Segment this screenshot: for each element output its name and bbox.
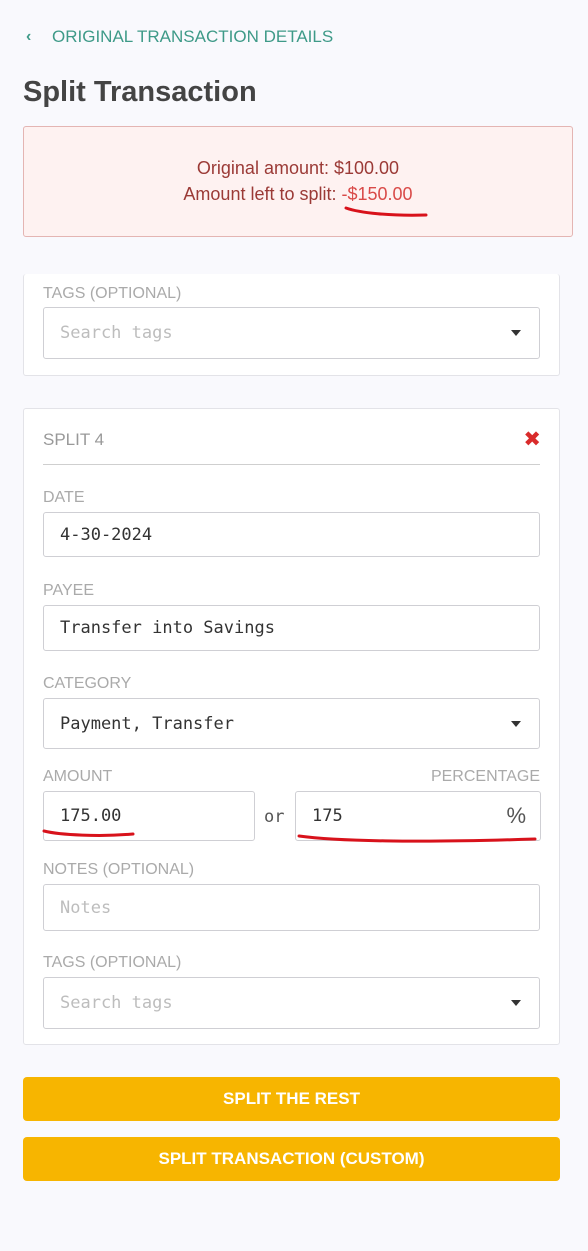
amount-left-label: Amount left to split:: [183, 184, 342, 204]
original-amount-text: Original amount: $100.00: [196, 158, 400, 178]
percentage-value: 175: [312, 806, 343, 826]
split-summary-alert: Original amount: $100.00 Amount left to …: [23, 126, 573, 237]
caret-down-icon: [511, 720, 521, 727]
percentage-input[interactable]: 175 %: [295, 791, 541, 841]
notes-placeholder: Notes: [60, 897, 112, 918]
or-text: or: [264, 807, 285, 827]
amount-label: AMOUNT: [43, 768, 113, 785]
percentage-label: PERCENTAGE: [430, 768, 540, 785]
split-title: SPLIT 4: [43, 430, 105, 449]
split-transaction-custom-button[interactable]: SPLIT TRANSACTION (CUSTOM): [23, 1137, 560, 1181]
chevron-left-icon: ‹: [26, 28, 32, 45]
category-label: CATEGORY: [43, 675, 132, 692]
remove-split-icon[interactable]: ✖: [523, 427, 541, 452]
payee-input[interactable]: Transfer into Savings: [43, 605, 540, 651]
notes-input[interactable]: Notes: [43, 884, 540, 931]
amount-input[interactable]: 175.00: [43, 791, 255, 841]
tags-label: TAGS (OPTIONAL): [43, 954, 182, 971]
caret-down-icon: [511, 1000, 521, 1006]
split-card: SPLIT 4 ✖ DATE 4-30-2024 PAYEE Transfer …: [23, 408, 560, 1045]
split-the-rest-button[interactable]: SPLIT THE REST: [23, 1077, 560, 1121]
tags-placeholder: Search tags: [60, 993, 173, 1013]
back-to-original-link[interactable]: ‹ ORIGINAL TRANSACTION DETAILS: [26, 27, 333, 47]
amount-left-value: -$150.00: [341, 184, 413, 204]
date-value: 4-30-2024: [60, 524, 153, 545]
caret-down-icon: [511, 330, 521, 336]
payee-label: PAYEE: [43, 582, 94, 599]
amount-left-text: Amount left to split: -$150.00: [24, 181, 572, 207]
category-select[interactable]: Payment, Transfer: [43, 698, 540, 749]
previous-split-card: TAGS (OPTIONAL) Search tags: [23, 274, 560, 376]
notes-label: NOTES (OPTIONAL): [43, 861, 195, 878]
percent-icon: %: [506, 803, 526, 828]
amount-value: 175.00: [60, 806, 122, 826]
tags-placeholder: Search tags: [60, 323, 173, 343]
divider: [43, 464, 540, 465]
tags-label: TAGS (OPTIONAL): [43, 285, 182, 302]
tags-select[interactable]: Search tags: [43, 977, 540, 1029]
category-value: Payment, Transfer: [60, 713, 234, 734]
tags-select[interactable]: Search tags: [43, 307, 540, 359]
payee-value: Transfer into Savings: [60, 618, 275, 638]
date-label: DATE: [43, 489, 85, 506]
back-link-label: ORIGINAL TRANSACTION DETAILS: [52, 27, 334, 46]
date-input[interactable]: 4-30-2024: [43, 512, 540, 557]
page-title: Split Transaction: [23, 76, 257, 108]
